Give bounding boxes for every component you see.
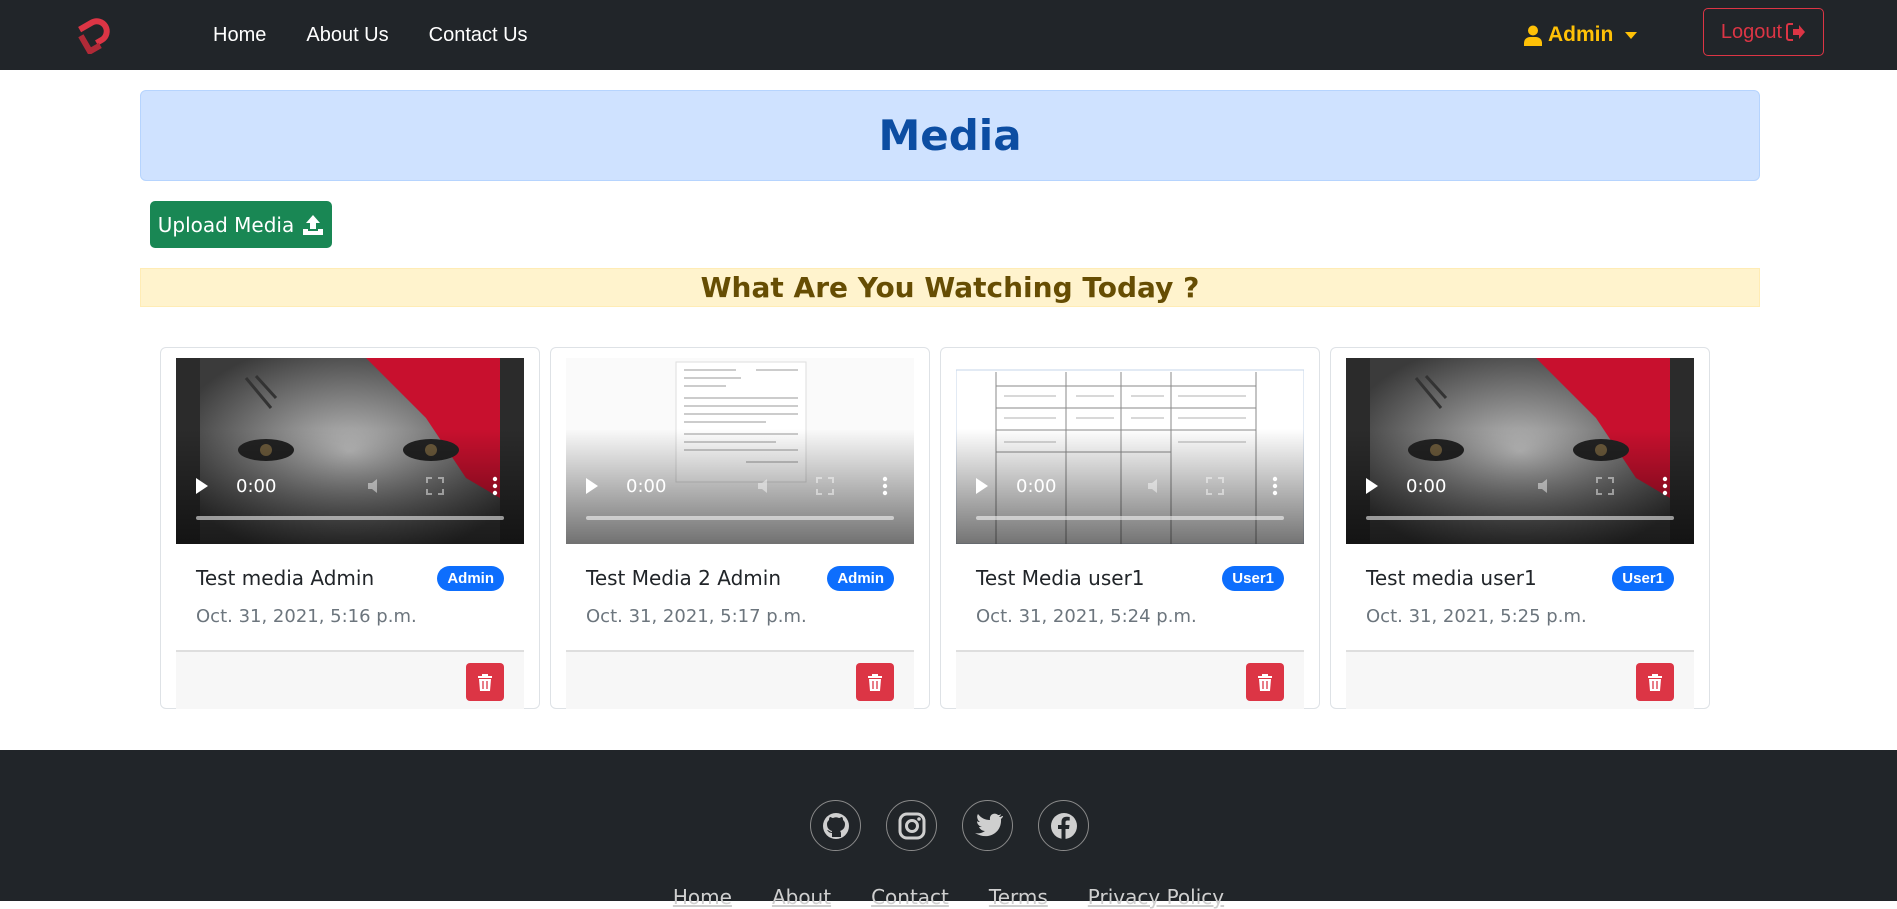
chevron-down-icon [1625,31,1638,39]
owner-badge: User1 [1222,566,1284,591]
more-options-icon[interactable] [1662,474,1668,498]
footer: Home About Contact Terms Privacy Policy [0,750,1897,909]
video-player[interactable]: 0:00 [1346,358,1694,544]
video-time: 0:00 [1016,475,1057,497]
footer-links: Home About Contact Terms Privacy Policy [0,885,1897,909]
nav-links: Home About Us Contact Us [213,0,528,70]
footer-home[interactable]: Home [673,885,732,909]
play-icon[interactable] [976,478,988,494]
video-progress-bar[interactable] [196,516,504,520]
footer-about[interactable]: About [772,885,831,909]
watch-heading-banner: What Are You Watching Today ? [140,268,1760,307]
volume-icon[interactable] [756,474,776,498]
upload-media-button[interactable]: Upload Media [150,201,332,248]
video-progress-bar[interactable] [586,516,894,520]
delete-button[interactable] [856,663,894,701]
facebook-icon [1050,812,1077,839]
video-time: 0:00 [236,475,277,497]
delete-button[interactable] [1636,663,1674,701]
media-date: Oct. 31, 2021, 5:25 p.m. [1366,606,1587,627]
footer-privacy-policy[interactable]: Privacy Policy [1088,885,1224,909]
video-time: 0:00 [1406,475,1447,497]
play-icon[interactable] [196,478,208,494]
watch-heading: What Are You Watching Today ? [700,271,1200,304]
owner-badge: Admin [827,566,894,591]
social-links [810,800,1089,851]
instagram-link[interactable] [886,800,937,851]
video-player[interactable]: 0:00 [176,358,524,544]
instagram-icon [898,812,925,839]
volume-icon[interactable] [1536,474,1556,498]
video-player[interactable]: 0:00 [566,358,914,544]
delete-button[interactable] [466,663,504,701]
video-progress-bar[interactable] [976,516,1284,520]
more-options-icon[interactable] [1272,474,1278,498]
video-overlay [1346,429,1694,544]
play-icon[interactable] [1366,478,1378,494]
logout-label: Logout [1720,20,1783,43]
fullscreen-icon[interactable] [426,474,444,498]
more-options-icon[interactable] [882,474,888,498]
play-icon[interactable] [586,478,598,494]
user-dropdown[interactable]: Admin [1524,0,1638,70]
brand-logo-icon[interactable] [74,14,118,54]
owner-badge: User1 [1612,566,1674,591]
fullscreen-icon[interactable] [1596,474,1614,498]
github-icon [822,812,849,839]
media-title: Test Media user1 [976,566,1145,590]
trash-icon [868,674,882,691]
user-icon [1524,25,1542,46]
media-card: 0:00 Test media user1 User1 Oct. 31, 202… [1330,347,1710,709]
media-title: Test media user1 [1366,566,1537,590]
trash-icon [478,674,492,691]
logout-button[interactable]: Logout [1703,8,1824,56]
media-date: Oct. 31, 2021, 5:16 p.m. [196,606,417,627]
volume-icon[interactable] [366,474,386,498]
video-player[interactable]: 0:00 [956,358,1304,544]
nav-contact-us[interactable]: Contact Us [429,24,528,47]
footer-contact[interactable]: Contact [871,885,949,909]
owner-badge: Admin [437,566,504,591]
video-overlay [176,429,524,544]
nav-home[interactable]: Home [213,24,266,47]
github-link[interactable] [810,800,861,851]
media-date: Oct. 31, 2021, 5:24 p.m. [976,606,1197,627]
trash-icon [1648,674,1662,691]
card-footer [1346,650,1694,709]
card-footer [176,650,524,709]
video-time: 0:00 [626,475,667,497]
facebook-link[interactable] [1038,800,1089,851]
upload-label: Upload Media [157,212,295,237]
media-card: 0:00 Test media Admin Admin Oct. 31, 202… [160,347,540,709]
video-overlay [956,429,1304,544]
video-overlay [566,429,914,544]
media-date: Oct. 31, 2021, 5:17 p.m. [586,606,807,627]
fullscreen-icon[interactable] [1206,474,1224,498]
fullscreen-icon[interactable] [816,474,834,498]
footer-terms[interactable]: Terms [989,885,1048,909]
twitter-icon [974,813,1003,836]
page-title: Media [878,111,1022,160]
media-title: Test media Admin [196,566,375,590]
nav-about-us[interactable]: About Us [306,24,388,47]
card-footer [956,650,1304,709]
media-title: Test Media 2 Admin [586,566,781,590]
volume-icon[interactable] [1146,474,1166,498]
card-footer [566,650,914,709]
user-name: Admin [1548,23,1614,46]
trash-icon [1258,674,1272,691]
page-title-banner: Media [140,90,1760,181]
video-progress-bar[interactable] [1366,516,1674,520]
delete-button[interactable] [1246,663,1284,701]
sign-out-icon [1786,23,1806,41]
navbar: Home About Us Contact Us Admin Logout [0,0,1897,70]
media-card: 0:00 Test Media user1 User1 Oct. 31, 202… [940,347,1320,709]
more-options-icon[interactable] [492,474,498,498]
upload-icon [303,214,324,235]
media-card: 0:00 Test Media 2 Admin Admin Oct. 31, 2… [550,347,930,709]
twitter-link[interactable] [962,800,1013,851]
